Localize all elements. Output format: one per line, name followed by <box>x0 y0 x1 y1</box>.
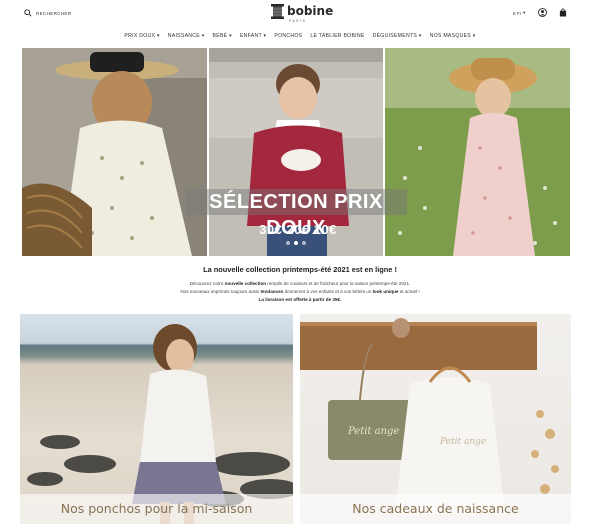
nav-item-naissance[interactable]: NAISSANCE ▾ <box>168 33 205 43</box>
chevron-down-icon: ▾ <box>523 10 526 15</box>
tile-ponchos-label: Nos ponchos pour la mi-saison <box>20 494 293 524</box>
carousel-dot[interactable] <box>302 241 306 245</box>
intro-line-3: La livraison est offerte à partir de 35€… <box>258 297 342 302</box>
nav-item-ponchos[interactable]: PONCHOS <box>274 33 302 43</box>
intro-line-1: Découvrez notre nouvelle collection remp… <box>189 281 411 286</box>
photo-illustration <box>385 48 570 256</box>
hero-photo-girl-straw-hat <box>22 48 207 256</box>
carousel-dot[interactable] <box>286 241 290 245</box>
search-button[interactable]: RECHERCHER <box>24 9 71 17</box>
hero-prices: 30€ 20€ 10€ <box>259 222 337 237</box>
logo[interactable]: bobine PARIS <box>271 4 334 23</box>
search-label: RECHERCHER <box>36 10 72 16</box>
search-icon <box>24 9 32 17</box>
nav-item-prix-doux[interactable]: PRIX DOUX ▾ <box>124 33 159 43</box>
hero-photo-girl-pink-dress <box>385 48 570 256</box>
carousel-dots <box>286 241 306 245</box>
photo-illustration <box>22 48 207 256</box>
spool-logo-icon <box>271 4 284 19</box>
tile-cadeaux-naissance[interactable]: Petit ange Petit ange Nos cadeaux de nai… <box>300 314 571 524</box>
main-navigation: PRIX DOUX ▾ NAISSANCE ▾ BÉBÉ ▾ ENFANT ▾ … <box>0 33 600 43</box>
shopping-bag-icon[interactable] <box>559 8 567 17</box>
photo-illustration <box>27 324 293 524</box>
svg-text:Petit ange: Petit ange <box>347 426 399 437</box>
intro-line-2: Nos nouveaux imprimés toujours aussi ten… <box>180 289 420 294</box>
logo-wordmark: bobine <box>287 4 334 18</box>
nav-item-deguisements[interactable]: DÉGUISEMENTS ▾ <box>373 33 422 43</box>
user-account-icon[interactable] <box>538 8 547 17</box>
currency-language-selector[interactable]: € Fr ▾ <box>513 10 525 16</box>
nav-item-tablier[interactable]: LE TABLIER BOBINE <box>310 33 364 43</box>
photo-illustration: Petit ange Petit ange <box>300 318 559 514</box>
hero-title: SÉLECTION PRIX DOUX <box>185 189 407 239</box>
nav-item-bebe[interactable]: BÉBÉ ▾ <box>213 33 232 43</box>
tile-cadeaux-naissance-label: Nos cadeaux de naissance <box>300 494 571 524</box>
carousel-dot-active[interactable] <box>294 241 298 245</box>
hero-banner[interactable]: SÉLECTION PRIX DOUX 30€ 20€ 10€ <box>22 48 570 256</box>
nav-item-enfant[interactable]: ENFANT ▾ <box>240 33 266 43</box>
header: RECHERCHER bobine PARIS € Fr ▾ <box>0 0 600 30</box>
intro-title: La nouvelle collection printemps-été 202… <box>203 265 397 274</box>
logo-subtitle: PARIS <box>289 19 307 23</box>
svg-text:Petit ange: Petit ange <box>439 437 486 447</box>
currency-language-label: € Fr <box>513 10 522 16</box>
nav-item-masques[interactable]: NOS MASQUES ▾ <box>430 33 476 43</box>
collection-intro: La nouvelle collection printemps-été 202… <box>0 265 600 304</box>
tile-ponchos[interactable]: Nos ponchos pour la mi-saison <box>20 314 293 524</box>
